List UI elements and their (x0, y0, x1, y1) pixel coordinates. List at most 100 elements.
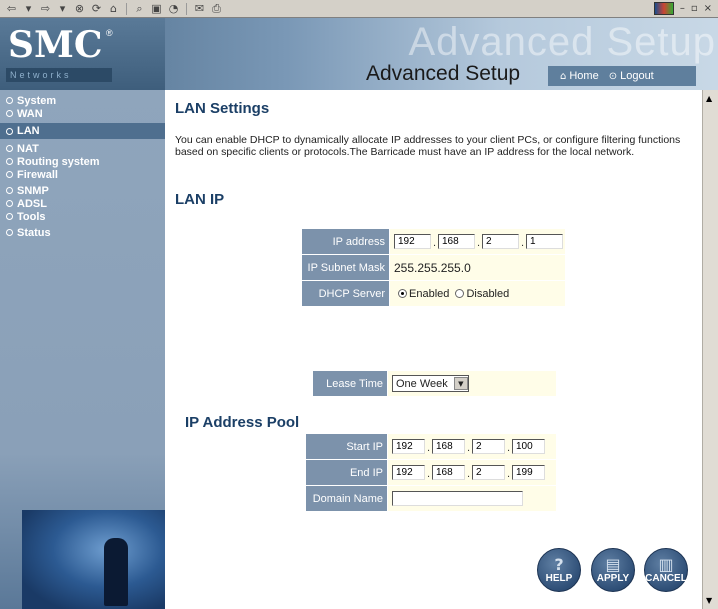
sidebar: System WAN LAN NAT Routing system Firewa… (0, 90, 165, 609)
ip-dot: . (520, 237, 525, 249)
domain-name-input[interactable] (392, 491, 523, 506)
windows-logo-icon (653, 2, 674, 15)
sidebar-item-label: Routing system (17, 155, 100, 168)
help-button[interactable]: ? HELP (537, 548, 581, 592)
question-icon: ? (554, 555, 564, 574)
toolbar-divider (126, 2, 127, 15)
sidebar-item-lan[interactable]: LAN (0, 123, 165, 139)
lease-time-label: Lease Time (312, 370, 388, 397)
vertical-scrollbar[interactable]: ▲ ▼ (702, 90, 718, 609)
sidebar-item-snmp[interactable]: SNMP (0, 184, 165, 197)
sidebar-item-label: Tools (17, 210, 46, 223)
toolbar-divider (186, 2, 187, 15)
ip-dot: . (426, 442, 431, 454)
dhcp-disabled-radio[interactable] (455, 289, 465, 299)
scroll-up-icon[interactable]: ▲ (706, 94, 712, 103)
sidebar-item-routing-system[interactable]: Routing system (0, 155, 165, 168)
end-ip-octet-3-input[interactable]: 2 (472, 465, 505, 480)
end-ip-octet-2-input[interactable]: 168 (432, 465, 465, 480)
ip-address-value: 192. 168. 2. 1 (389, 228, 566, 255)
ip-octet-1-input[interactable]: 192 (394, 234, 431, 249)
ip-octet-4-input[interactable]: 1 (526, 234, 563, 249)
dhcp-enabled-radio[interactable] (398, 289, 407, 299)
refresh-icon[interactable]: ⟳ (89, 2, 104, 16)
bullet-icon (6, 171, 13, 178)
ip-octet-3-input[interactable]: 2 (482, 234, 519, 249)
dropdown-icon[interactable]: ▾ (21, 2, 36, 16)
forward-icon[interactable]: ⇨ (38, 2, 53, 16)
sidebar-item-wan[interactable]: WAN (0, 107, 165, 120)
scroll-down-icon[interactable]: ▼ (706, 596, 712, 605)
sidebar-item-label: SNMP (17, 184, 49, 197)
ip-dot: . (506, 468, 511, 480)
bullet-icon (6, 200, 13, 207)
mail-icon[interactable]: ✉ (192, 2, 207, 16)
sidebar-item-label: Status (17, 226, 51, 239)
ip-dot: . (432, 237, 437, 249)
home-icon: ⌂ (560, 70, 567, 82)
close-button[interactable]: × (704, 3, 712, 14)
logout-link[interactable]: ⊙ Logout (609, 70, 654, 82)
end-ip-octet-4-input[interactable]: 199 (512, 465, 545, 480)
start-ip-octet-4-input[interactable]: 100 (512, 439, 545, 454)
stop-icon[interactable]: ⊗ (72, 2, 87, 16)
dropdown-icon[interactable]: ▾ (55, 2, 70, 16)
lease-time-value: One Week ▼ (387, 370, 557, 397)
logout-link-label: Logout (620, 70, 654, 82)
sidebar-item-label: WAN (17, 107, 43, 120)
sidebar-item-label: Firewall (17, 168, 58, 181)
domain-name-row: Domain Name (305, 485, 557, 512)
sidebar-nav: System WAN LAN NAT Routing system Firewa… (0, 90, 165, 239)
bullet-icon (6, 110, 13, 117)
logo-registered-mark: ® (106, 28, 113, 38)
cancel-button-label: CANCEL (645, 573, 687, 584)
ip-dot: . (476, 237, 481, 249)
section-title-ip-address-pool: IP Address Pool (185, 414, 300, 431)
sidebar-item-firewall[interactable]: Firewall (0, 168, 165, 181)
ip-dot: . (466, 468, 471, 480)
favorites-icon[interactable]: ▣ (149, 2, 164, 16)
apply-button-label: APPLY (596, 573, 630, 584)
bullet-icon (6, 213, 13, 220)
apply-button[interactable]: ▤ APPLY (591, 548, 635, 592)
domain-name-label: Domain Name (305, 485, 388, 512)
dhcp-enabled-label: Enabled (409, 287, 450, 300)
end-ip-value: 192. 168. 2. 199 (387, 459, 557, 486)
cancel-button[interactable]: ▥ CANCEL (644, 548, 688, 592)
header-links: ⌂ Home ⊙ Logout (548, 66, 696, 86)
home-link-label: Home (569, 70, 599, 82)
sidebar-item-status[interactable]: Status (0, 226, 165, 239)
sidebar-item-label: NAT (17, 142, 39, 155)
header-background-title: Advanced Setup (408, 20, 716, 64)
window-controls: – ▫ × (653, 2, 712, 15)
home-link[interactable]: ⌂ Home (560, 70, 599, 82)
page-title: Advanced Setup (366, 62, 521, 85)
end-ip-octet-1-input[interactable]: 192 (392, 465, 425, 480)
logo-text: SMC (8, 24, 103, 66)
lease-time-select[interactable]: One Week ▼ (392, 375, 469, 392)
lease-table: Lease Time One Week ▼ (312, 370, 557, 397)
sidebar-item-system[interactable]: System (0, 94, 165, 107)
end-ip-label: End IP (305, 459, 388, 486)
history-icon[interactable]: ◔ (166, 2, 181, 16)
maximize-button[interactable]: ▫ (691, 3, 698, 14)
main-content: LAN Settings You can enable DHCP to dyna… (165, 90, 702, 609)
trash-icon: ▥ (658, 555, 674, 574)
sidebar-item-adsl[interactable]: ADSL (0, 197, 165, 210)
home-icon[interactable]: ⌂ (106, 2, 121, 16)
print-icon[interactable]: ⎙ (209, 2, 224, 16)
sidebar-item-nat[interactable]: NAT (0, 142, 165, 155)
sidebar-item-tools[interactable]: Tools (0, 210, 165, 223)
logo-subtitle: Networks (6, 68, 112, 82)
search-icon[interactable]: ⌕ (132, 2, 147, 16)
dhcp-disabled-label: Disabled (466, 287, 510, 300)
bullet-icon (6, 145, 13, 152)
minimize-button[interactable]: – (680, 3, 685, 14)
back-icon[interactable]: ⇦ (4, 2, 19, 16)
end-ip-row: End IP 192. 168. 2. 199 (305, 459, 557, 486)
start-ip-octet-2-input[interactable]: 168 (432, 439, 465, 454)
start-ip-octet-3-input[interactable]: 2 (472, 439, 505, 454)
start-ip-octet-1-input[interactable]: 192 (392, 439, 425, 454)
bullet-icon (6, 97, 13, 104)
ip-octet-2-input[interactable]: 168 (438, 234, 475, 249)
